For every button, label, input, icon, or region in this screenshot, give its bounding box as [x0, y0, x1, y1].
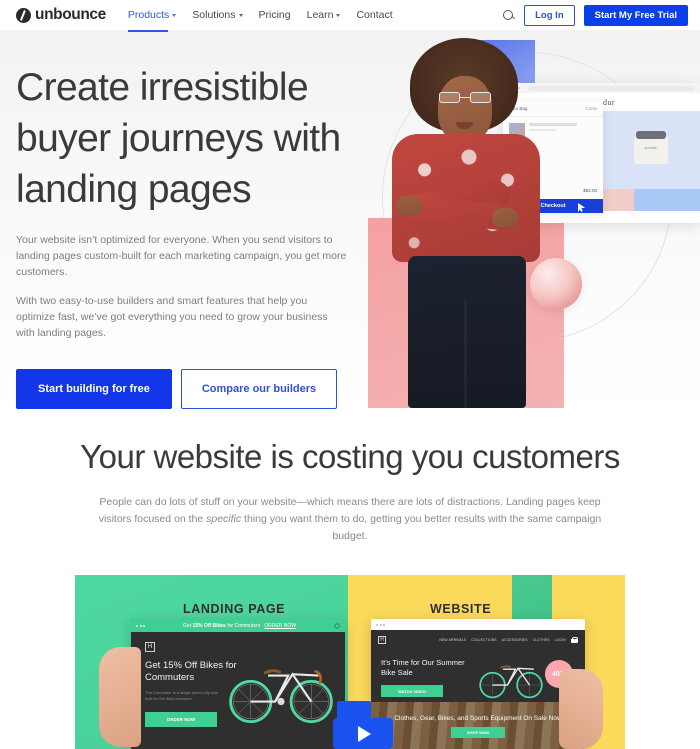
promo-link[interactable]: ORDER NOW	[264, 623, 296, 629]
glasses-lens-left	[439, 92, 460, 103]
window-dot	[143, 624, 145, 627]
website-label: WEBSITE	[430, 602, 492, 616]
window-dots	[136, 624, 145, 627]
unbounce-logo[interactable]: unbounce	[16, 6, 106, 24]
nav-item-contact-label: Contact	[356, 9, 393, 21]
swatch	[634, 189, 700, 211]
promo-bar-text: Get 15% Off Bikes for Commuters ORDER NOW	[149, 623, 330, 629]
person-glasses	[439, 92, 491, 103]
nav-item-pricing[interactable]: Pricing	[259, 0, 291, 30]
website-nav-accessories[interactable]: ACCESSORIES	[502, 638, 528, 642]
nav-item-pricing-label: Pricing	[258, 9, 291, 21]
promo-bold: 15% Off Bikes	[192, 622, 226, 629]
person-hand-left	[396, 196, 422, 216]
landing-page-body: H Get 15% Off Bikes for Commuters The Co…	[131, 632, 345, 749]
window-dot	[136, 624, 138, 627]
landing-page-mockup: Get 15% Off Bikes for Commuters ORDER NOW…	[131, 619, 345, 749]
hero-heading: Create irresistible buyer journeys with …	[16, 66, 341, 211]
landing-page-subtext: The Commuter is a single-speed city bike…	[145, 690, 219, 701]
logo-wordmark: unbounce	[35, 6, 106, 23]
hero-copy: Create irresistible buyer journeys with …	[16, 62, 361, 409]
cart-close-label[interactable]: Close	[585, 106, 597, 111]
glasses-bridge	[460, 97, 470, 98]
person-face	[438, 76, 492, 142]
website-promo-banner: Clothes, Gear, Bikes, and Sports Equipme…	[371, 702, 585, 749]
cursor-icon	[578, 203, 585, 212]
watch-video-button[interactable]: WATCH VIDEO	[381, 685, 443, 697]
mockup-product-image-blue: powdur	[601, 111, 700, 189]
landing-page-cta-button[interactable]: ORDER NOW	[145, 712, 217, 727]
hero-illustration: powdur powdur Your Bag Close	[360, 30, 700, 415]
nav-item-solutions-label: Solutions	[192, 9, 236, 21]
website-headline: It’s Time for Our Summer Bike Sale	[381, 658, 465, 677]
top-navigation-bar: unbounce Products Solutions Pricing Lear…	[0, 0, 700, 32]
website-navigation: H NEW ARRIVALS COLLECTIONS ACCESSORIES C…	[371, 630, 585, 650]
play-video-button[interactable]	[333, 718, 393, 749]
website-nav-links: NEW ARRIVALS COLLECTIONS ACCESSORIES CLO…	[439, 637, 578, 643]
website-titlebar	[371, 619, 585, 630]
section-paragraph-emphasis: specific	[206, 513, 242, 525]
chevron-down-icon	[238, 13, 243, 17]
start-building-free-button[interactable]: Start building for free	[16, 369, 172, 409]
hero-person-photo	[380, 38, 562, 408]
person-pants	[408, 256, 526, 408]
nav-item-learn-label: Learn	[306, 9, 334, 21]
nav-item-products[interactable]: Products	[127, 0, 177, 32]
landing-page-promo-bar: Get 15% Off Bikes for Commuters ORDER NOW…	[131, 619, 345, 632]
window-dots	[376, 623, 385, 626]
nav-item-learn[interactable]: Learn	[307, 0, 341, 30]
website-nav-clothes[interactable]: CLOTHES	[533, 638, 550, 642]
bicycle-illustration	[229, 669, 333, 724]
hand-holding-left	[99, 647, 141, 747]
cart-total-value: $84.00	[583, 188, 597, 193]
window-dot	[376, 623, 378, 626]
compare-builders-button[interactable]: Compare our builders	[180, 369, 338, 409]
chevron-down-icon	[172, 13, 177, 17]
promo-suffix: for Commuters	[225, 622, 261, 629]
nav-item-products-label: Products	[127, 9, 170, 21]
bicycle-illustration	[479, 665, 543, 699]
section-heading: Your website is costing you customers	[80, 438, 620, 475]
hand-holding-right	[559, 669, 603, 749]
unbounce-logo-icon	[16, 7, 31, 23]
website-nav-new-arrivals[interactable]: NEW ARRIVALS	[439, 638, 466, 642]
shop-now-button[interactable]: SHOP NOW	[451, 726, 505, 738]
shopping-cart-icon[interactable]	[571, 637, 578, 643]
nav-actions: Log In Start My Free Trial	[502, 4, 688, 26]
value-proposition-section: Your website is costing you customers Pe…	[0, 415, 700, 749]
section-paragraph: People can do lots of stuff on your webs…	[90, 494, 610, 545]
website-nav-collections[interactable]: COLLECTIONS	[471, 638, 496, 642]
brand-logo-icon: H	[378, 636, 386, 644]
nav-item-solutions[interactable]: Solutions	[192, 0, 243, 30]
nav-item-contact[interactable]: Contact	[356, 0, 392, 30]
hero-section: Create irresistible buyer journeys with …	[0, 30, 700, 415]
hero-paragraph-2: With two easy-to-use builders and smart …	[16, 295, 328, 339]
nav-links: Products Solutions Pricing Learn Contact	[127, 0, 393, 32]
website-hero: It’s Time for Our Summer Bike Sale WATCH…	[371, 650, 585, 702]
chevron-down-icon	[336, 13, 341, 17]
window-dot	[139, 624, 142, 627]
log-in-button[interactable]: Log In	[524, 4, 575, 26]
glasses-lens-right	[470, 92, 491, 103]
brand-logo-icon: H	[145, 642, 155, 652]
website-mockup: H NEW ARRIVALS COLLECTIONS ACCESSORIES C…	[371, 619, 585, 749]
play-icon	[358, 725, 371, 742]
window-dot	[383, 623, 385, 626]
search-icon[interactable]	[502, 9, 515, 22]
website-promo-text: Clothes, Gear, Bikes, and Sports Equipme…	[394, 714, 562, 722]
start-free-trial-button[interactable]: Start My Free Trial	[583, 4, 688, 26]
website-nav-login[interactable]: LOGIN	[555, 638, 566, 642]
hero-paragraph-1: Your website isn’t optimized for everyon…	[16, 234, 347, 278]
product-jar: powdur	[633, 131, 668, 164]
section-paragraph-part2: thing you want them to do, getting you b…	[241, 513, 602, 542]
landing-page-label: LANDING PAGE	[183, 602, 286, 616]
product-jar-label: powdur	[644, 145, 657, 150]
close-icon[interactable]: ×	[334, 622, 340, 629]
window-dot	[379, 623, 382, 626]
hero-cta-group: Start building for free Compare our buil…	[16, 369, 361, 409]
person-hand-right	[492, 208, 518, 228]
